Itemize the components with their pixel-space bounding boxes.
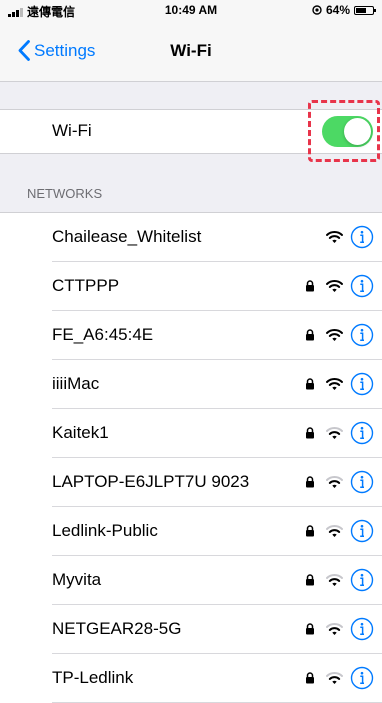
navigation-bar: Settings Wi-Fi	[0, 20, 382, 82]
lock-icon	[306, 476, 314, 488]
networks-header: NETWORKS	[27, 186, 103, 201]
location-icon	[312, 5, 322, 15]
network-name: iiiiMac	[52, 374, 100, 393]
network-row[interactable]: Kaitek1	[0, 409, 382, 458]
wifi-signal-icon	[326, 329, 343, 341]
network-name: Ledlink-Public	[52, 521, 158, 540]
info-icon[interactable]	[350, 617, 374, 641]
info-icon[interactable]	[350, 372, 374, 396]
info-icon[interactable]	[350, 470, 374, 494]
page-title: Wi-Fi	[170, 41, 212, 60]
network-name: Myvita	[52, 570, 102, 589]
wifi-signal-icon	[326, 574, 343, 586]
lock-icon	[306, 525, 314, 537]
network-row[interactable]: Chailease_Whitelist	[0, 213, 382, 262]
wifi-signal-icon	[326, 378, 343, 390]
battery-fill	[356, 7, 367, 13]
lock-icon	[306, 672, 314, 684]
wifi-signal-icon	[326, 623, 343, 635]
toggle-knob	[344, 118, 371, 145]
network-name: Chailease_Whitelist	[52, 227, 202, 246]
wifi-signal-icon	[326, 231, 343, 243]
info-icon[interactable]	[350, 421, 374, 445]
network-name: Kaitek1	[52, 423, 109, 442]
info-icon[interactable]	[350, 274, 374, 298]
info-icon[interactable]	[350, 666, 374, 690]
lock-icon	[306, 329, 314, 341]
network-row[interactable]: Myvita	[0, 556, 382, 605]
status-bar: 遠傳電信 10:49 AM 64%	[0, 0, 382, 20]
network-row[interactable]: FE_A6:45:4E	[0, 311, 382, 360]
network-name: CTTPPP	[52, 276, 120, 295]
network-row[interactable]: Ledlink-Public	[0, 507, 382, 556]
network-row[interactable]: TP-Ledlink	[0, 654, 382, 703]
battery-percent: 64%	[325, 3, 350, 17]
network-row[interactable]: CTTPPP	[0, 262, 382, 311]
info-icon[interactable]	[350, 568, 374, 592]
network-name: FE_A6:45:4E	[52, 325, 154, 344]
wifi-toggle[interactable]	[322, 116, 373, 147]
network-list: Chailease_Whitelist CTTPPP FE_A6:45:4Eiiii…	[0, 212, 382, 703]
info-icon[interactable]	[350, 225, 374, 249]
network-name: NETGEAR28-5G	[52, 619, 182, 638]
lock-icon	[306, 574, 314, 586]
lock-icon	[306, 378, 314, 390]
wifi-label: Wi-Fi	[52, 121, 92, 140]
network-row[interactable]: iiiiMac	[0, 360, 382, 409]
wifi-signal-icon	[326, 672, 343, 684]
lock-icon	[306, 623, 314, 635]
wifi-signal-icon	[326, 476, 343, 488]
info-icon[interactable]	[350, 323, 374, 347]
network-row[interactable]: LAPTOP-E6JLPT7U 9023	[0, 458, 382, 507]
wifi-signal-icon	[326, 280, 343, 292]
wifi-signal-icon	[326, 525, 343, 537]
network-name: LAPTOP-E6JLPT7U 9023	[52, 472, 250, 491]
battery-icon	[354, 5, 376, 15]
lock-icon	[306, 427, 314, 439]
lock-icon	[306, 280, 314, 292]
status-right: 64%	[312, 3, 376, 17]
network-row[interactable]: NETGEAR28-5G	[0, 605, 382, 654]
info-icon[interactable]	[350, 519, 374, 543]
wifi-signal-icon	[326, 427, 343, 439]
wifi-toggle-row: Wi-Fi	[0, 109, 382, 154]
network-name: TP-Ledlink	[52, 668, 134, 687]
